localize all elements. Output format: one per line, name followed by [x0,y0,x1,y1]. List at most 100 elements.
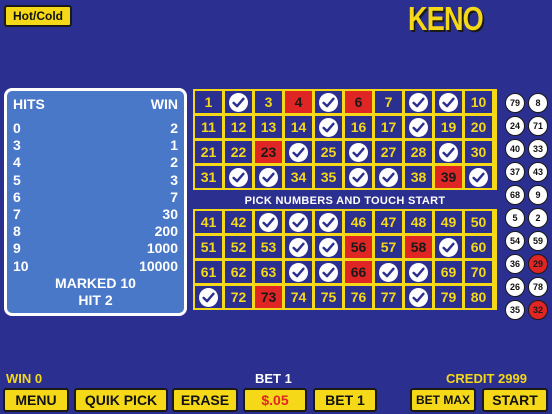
keno-number-36[interactable] [345,166,372,188]
keno-number-15[interactable] [315,116,342,138]
keno-number-78[interactable] [405,286,432,308]
keno-number-18[interactable] [405,116,432,138]
paytable-win: 30 [162,206,178,222]
keno-number-25[interactable]: 25 [315,141,342,163]
keno-number-76[interactable]: 76 [345,286,372,308]
keno-number-44[interactable] [285,211,312,233]
keno-number-5[interactable] [315,91,342,113]
bet-one-button[interactable]: BET 1 [313,388,377,412]
keno-number-48[interactable]: 48 [405,211,432,233]
keno-number-38[interactable]: 38 [405,166,432,188]
hot-cold-ball: 71 [528,116,548,136]
keno-number-79[interactable]: 79 [435,286,462,308]
keno-number-35[interactable]: 35 [315,166,342,188]
keno-number-74[interactable]: 74 [285,286,312,308]
quik-pick-button[interactable]: QUIK PICK [74,388,168,412]
keno-number-8[interactable] [405,91,432,113]
keno-number-42[interactable]: 42 [225,211,252,233]
keno-number-69[interactable]: 69 [435,261,462,283]
keno-number-10[interactable]: 10 [465,91,492,113]
denomination-button[interactable]: $.05 [243,388,307,412]
keno-number-62[interactable]: 62 [225,261,252,283]
keno-number-68[interactable] [405,261,432,283]
bet-max-button[interactable]: BET MAX [410,388,476,412]
paytable-win: 200 [154,223,178,240]
keno-number-77[interactable]: 77 [375,286,402,308]
keno-number-61[interactable]: 61 [195,261,222,283]
keno-number-2[interactable] [225,91,252,113]
hot-cold-button[interactable]: Hot/Cold [4,5,72,27]
keno-number-19[interactable]: 19 [435,116,462,138]
keno-number-33[interactable] [255,166,282,188]
keno-number-21[interactable]: 21 [195,141,222,163]
keno-number-47[interactable]: 47 [375,211,402,233]
keno-number-55[interactable] [315,236,342,258]
keno-number-31[interactable]: 31 [195,166,222,188]
keno-number-52[interactable]: 52 [225,236,252,258]
hot-cold-ball: 68 [505,185,525,205]
keno-number-75[interactable]: 75 [315,286,342,308]
paytable-row: 31 [11,137,178,154]
keno-number-46[interactable]: 46 [345,211,372,233]
keno-number-30[interactable]: 30 [465,141,492,163]
start-button[interactable]: START [482,388,548,412]
keno-number-59[interactable] [435,236,462,258]
paytable-row: 8 200 [11,223,178,240]
keno-number-7[interactable]: 7 [375,91,402,113]
keno-number-63[interactable]: 63 [255,261,282,283]
keno-number-66[interactable]: 66 [345,261,372,283]
keno-number-56[interactable]: 56 [345,236,372,258]
erase-button[interactable]: ERASE [172,388,238,412]
keno-number-13[interactable]: 13 [255,116,282,138]
keno-number-28[interactable]: 28 [405,141,432,163]
keno-number-57[interactable]: 57 [375,236,402,258]
hot-cold-ball: 8 [528,93,548,113]
keno-number-22[interactable]: 22 [225,141,252,163]
keno-number-6[interactable]: 6 [345,91,372,113]
keno-number-64[interactable] [285,261,312,283]
keno-number-40[interactable] [465,166,492,188]
keno-number-4[interactable]: 4 [285,91,312,113]
keno-number-39[interactable]: 39 [435,166,462,188]
keno-number-65[interactable] [315,261,342,283]
keno-number-71[interactable] [195,286,222,308]
check-mark-icon [289,142,308,162]
keno-number-51[interactable]: 51 [195,236,222,258]
keno-number-60[interactable]: 60 [465,236,492,258]
keno-number-43[interactable] [255,211,282,233]
keno-number-70[interactable]: 70 [465,261,492,283]
keno-number-16[interactable]: 16 [345,116,372,138]
keno-number-17[interactable]: 17 [375,116,402,138]
keno-number-14[interactable]: 14 [285,116,312,138]
keno-number-12[interactable]: 12 [225,116,252,138]
keno-number-72[interactable]: 72 [225,286,252,308]
paytable-row: 9 1000 [11,240,178,257]
keno-number-11[interactable]: 11 [195,116,222,138]
keno-number-53[interactable]: 53 [255,236,282,258]
keno-number-26[interactable] [345,141,372,163]
keno-number-49[interactable]: 49 [435,211,462,233]
keno-number-54[interactable] [285,236,312,258]
keno-number-67[interactable] [375,261,402,283]
keno-number-34[interactable]: 34 [285,166,312,188]
keno-number-37[interactable] [375,166,402,188]
keno-number-41[interactable]: 41 [195,211,222,233]
keno-number-1[interactable]: 1 [195,91,222,113]
keno-number-58[interactable]: 58 [405,236,432,258]
keno-number-45[interactable] [315,211,342,233]
keno-number-27[interactable]: 27 [375,141,402,163]
keno-number-23[interactable]: 23 [255,141,282,163]
keno-number-9[interactable] [435,91,462,113]
paytable-win: 2 [170,120,178,136]
keno-number-73[interactable]: 73 [255,286,282,308]
keno-number-32[interactable] [225,166,252,188]
keno-number-3[interactable]: 3 [255,91,282,113]
menu-button[interactable]: MENU [3,388,69,412]
keno-number-24[interactable] [285,141,312,163]
keno-number-20[interactable]: 20 [465,116,492,138]
check-mark-icon [319,237,338,257]
keno-number-29[interactable] [435,141,462,163]
keno-number-50[interactable]: 50 [465,211,492,233]
keno-number-80[interactable]: 80 [465,286,492,308]
hits-header: HITS [13,96,45,112]
